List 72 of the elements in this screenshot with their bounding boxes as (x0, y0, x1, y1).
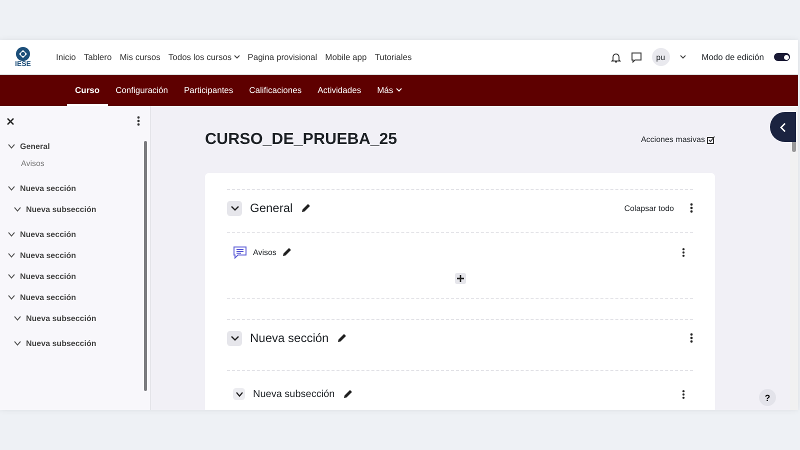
caret-icon (234, 55, 240, 59)
edit-mode-label: Modo de edición (702, 52, 764, 62)
subsection-title: Nueva subsección (253, 388, 335, 400)
index-section[interactable]: Nueva sección (8, 180, 150, 197)
chevron-icon[interactable] (8, 274, 15, 279)
caret-icon (396, 88, 402, 92)
forum-icon (233, 246, 247, 258)
nav-link[interactable]: Pagina provisional (248, 52, 318, 62)
nav-link[interactable]: Tablero (84, 52, 112, 62)
nav-link[interactable]: Todos los cursos (168, 52, 240, 62)
section-title: Nueva sección (250, 331, 329, 345)
pencil-icon[interactable] (336, 333, 347, 343)
index-section[interactable]: General (8, 138, 150, 155)
activity-name[interactable]: Avisos (253, 248, 276, 256)
bulk-actions-link[interactable]: Acciones masivas (640, 135, 715, 144)
chevron-icon (236, 392, 242, 396)
chevron-icon (230, 336, 238, 340)
index-subsection[interactable]: Nueva subsección (8, 201, 150, 218)
course-tab[interactable]: Participantes (176, 75, 242, 106)
plus-icon (456, 275, 464, 282)
drawer-toggle-button[interactable] (770, 112, 796, 142)
index-section[interactable]: Nueva sección (8, 247, 150, 264)
bell-icon[interactable] (610, 52, 621, 62)
nav-link[interactable]: Inicio (56, 52, 76, 62)
nav-link[interactable]: Mis cursos (120, 52, 160, 62)
scrollbar[interactable] (144, 141, 147, 391)
edit-mode-toggle[interactable] (774, 53, 790, 61)
kebab-menu-icon[interactable] (682, 248, 685, 256)
index-section[interactable]: Nueva sección (8, 289, 150, 306)
course-tab[interactable]: Más (369, 75, 410, 106)
add-content-button[interactable] (454, 273, 466, 284)
kebab-menu-icon[interactable] (690, 203, 693, 213)
checkbox-edit-icon (707, 136, 715, 144)
chevron-icon[interactable] (8, 295, 15, 300)
chevron-icon[interactable] (14, 207, 21, 212)
collapse-button[interactable] (227, 200, 242, 216)
chevron-icon[interactable] (14, 316, 21, 321)
kebab-menu-icon[interactable] (682, 390, 685, 398)
chevron-icon[interactable] (8, 144, 15, 149)
index-subsection[interactable]: Nueva subsección (8, 310, 150, 327)
chevron-icon (230, 206, 238, 210)
index-activity[interactable]: Avisos (8, 155, 150, 176)
chat-icon[interactable] (630, 52, 642, 62)
close-icon[interactable] (7, 118, 14, 124)
chevron-left-icon (780, 122, 786, 132)
pencil-icon[interactable] (282, 247, 292, 257)
section-title: General (250, 201, 293, 215)
nav-link[interactable]: Mobile app (325, 52, 367, 62)
course-tab[interactable]: Calificaciones (241, 75, 310, 106)
pencil-icon[interactable] (300, 203, 311, 213)
collapse-button[interactable] (233, 388, 245, 400)
nav-link[interactable]: Tutoriales (374, 52, 412, 62)
pencil-icon[interactable] (342, 389, 353, 399)
course-title: CURSO_DE_PRUEBA_25 (205, 130, 398, 148)
collapse-all-link[interactable]: Colapsar todo (624, 204, 674, 212)
scrollbar[interactable] (790, 106, 798, 410)
caret-icon[interactable] (680, 55, 686, 59)
logo-icon (15, 46, 31, 60)
chevron-icon[interactable] (8, 186, 15, 191)
user-avatar[interactable]: pu (652, 48, 670, 66)
index-section[interactable]: Nueva sección (8, 268, 150, 285)
course-tab[interactable]: Actividades (310, 75, 370, 106)
index-section[interactable]: Nueva sección (8, 226, 150, 243)
help-button[interactable]: ? (759, 389, 776, 406)
kebab-menu-icon[interactable] (690, 333, 693, 343)
index-subsection[interactable]: Nueva subsección (8, 335, 150, 352)
course-tab[interactable]: Configuración (108, 75, 176, 106)
chevron-icon[interactable] (8, 232, 15, 237)
collapse-button[interactable] (227, 330, 242, 346)
chevron-icon[interactable] (8, 253, 15, 258)
chevron-icon[interactable] (14, 341, 21, 346)
kebab-menu-icon[interactable] (137, 116, 140, 126)
